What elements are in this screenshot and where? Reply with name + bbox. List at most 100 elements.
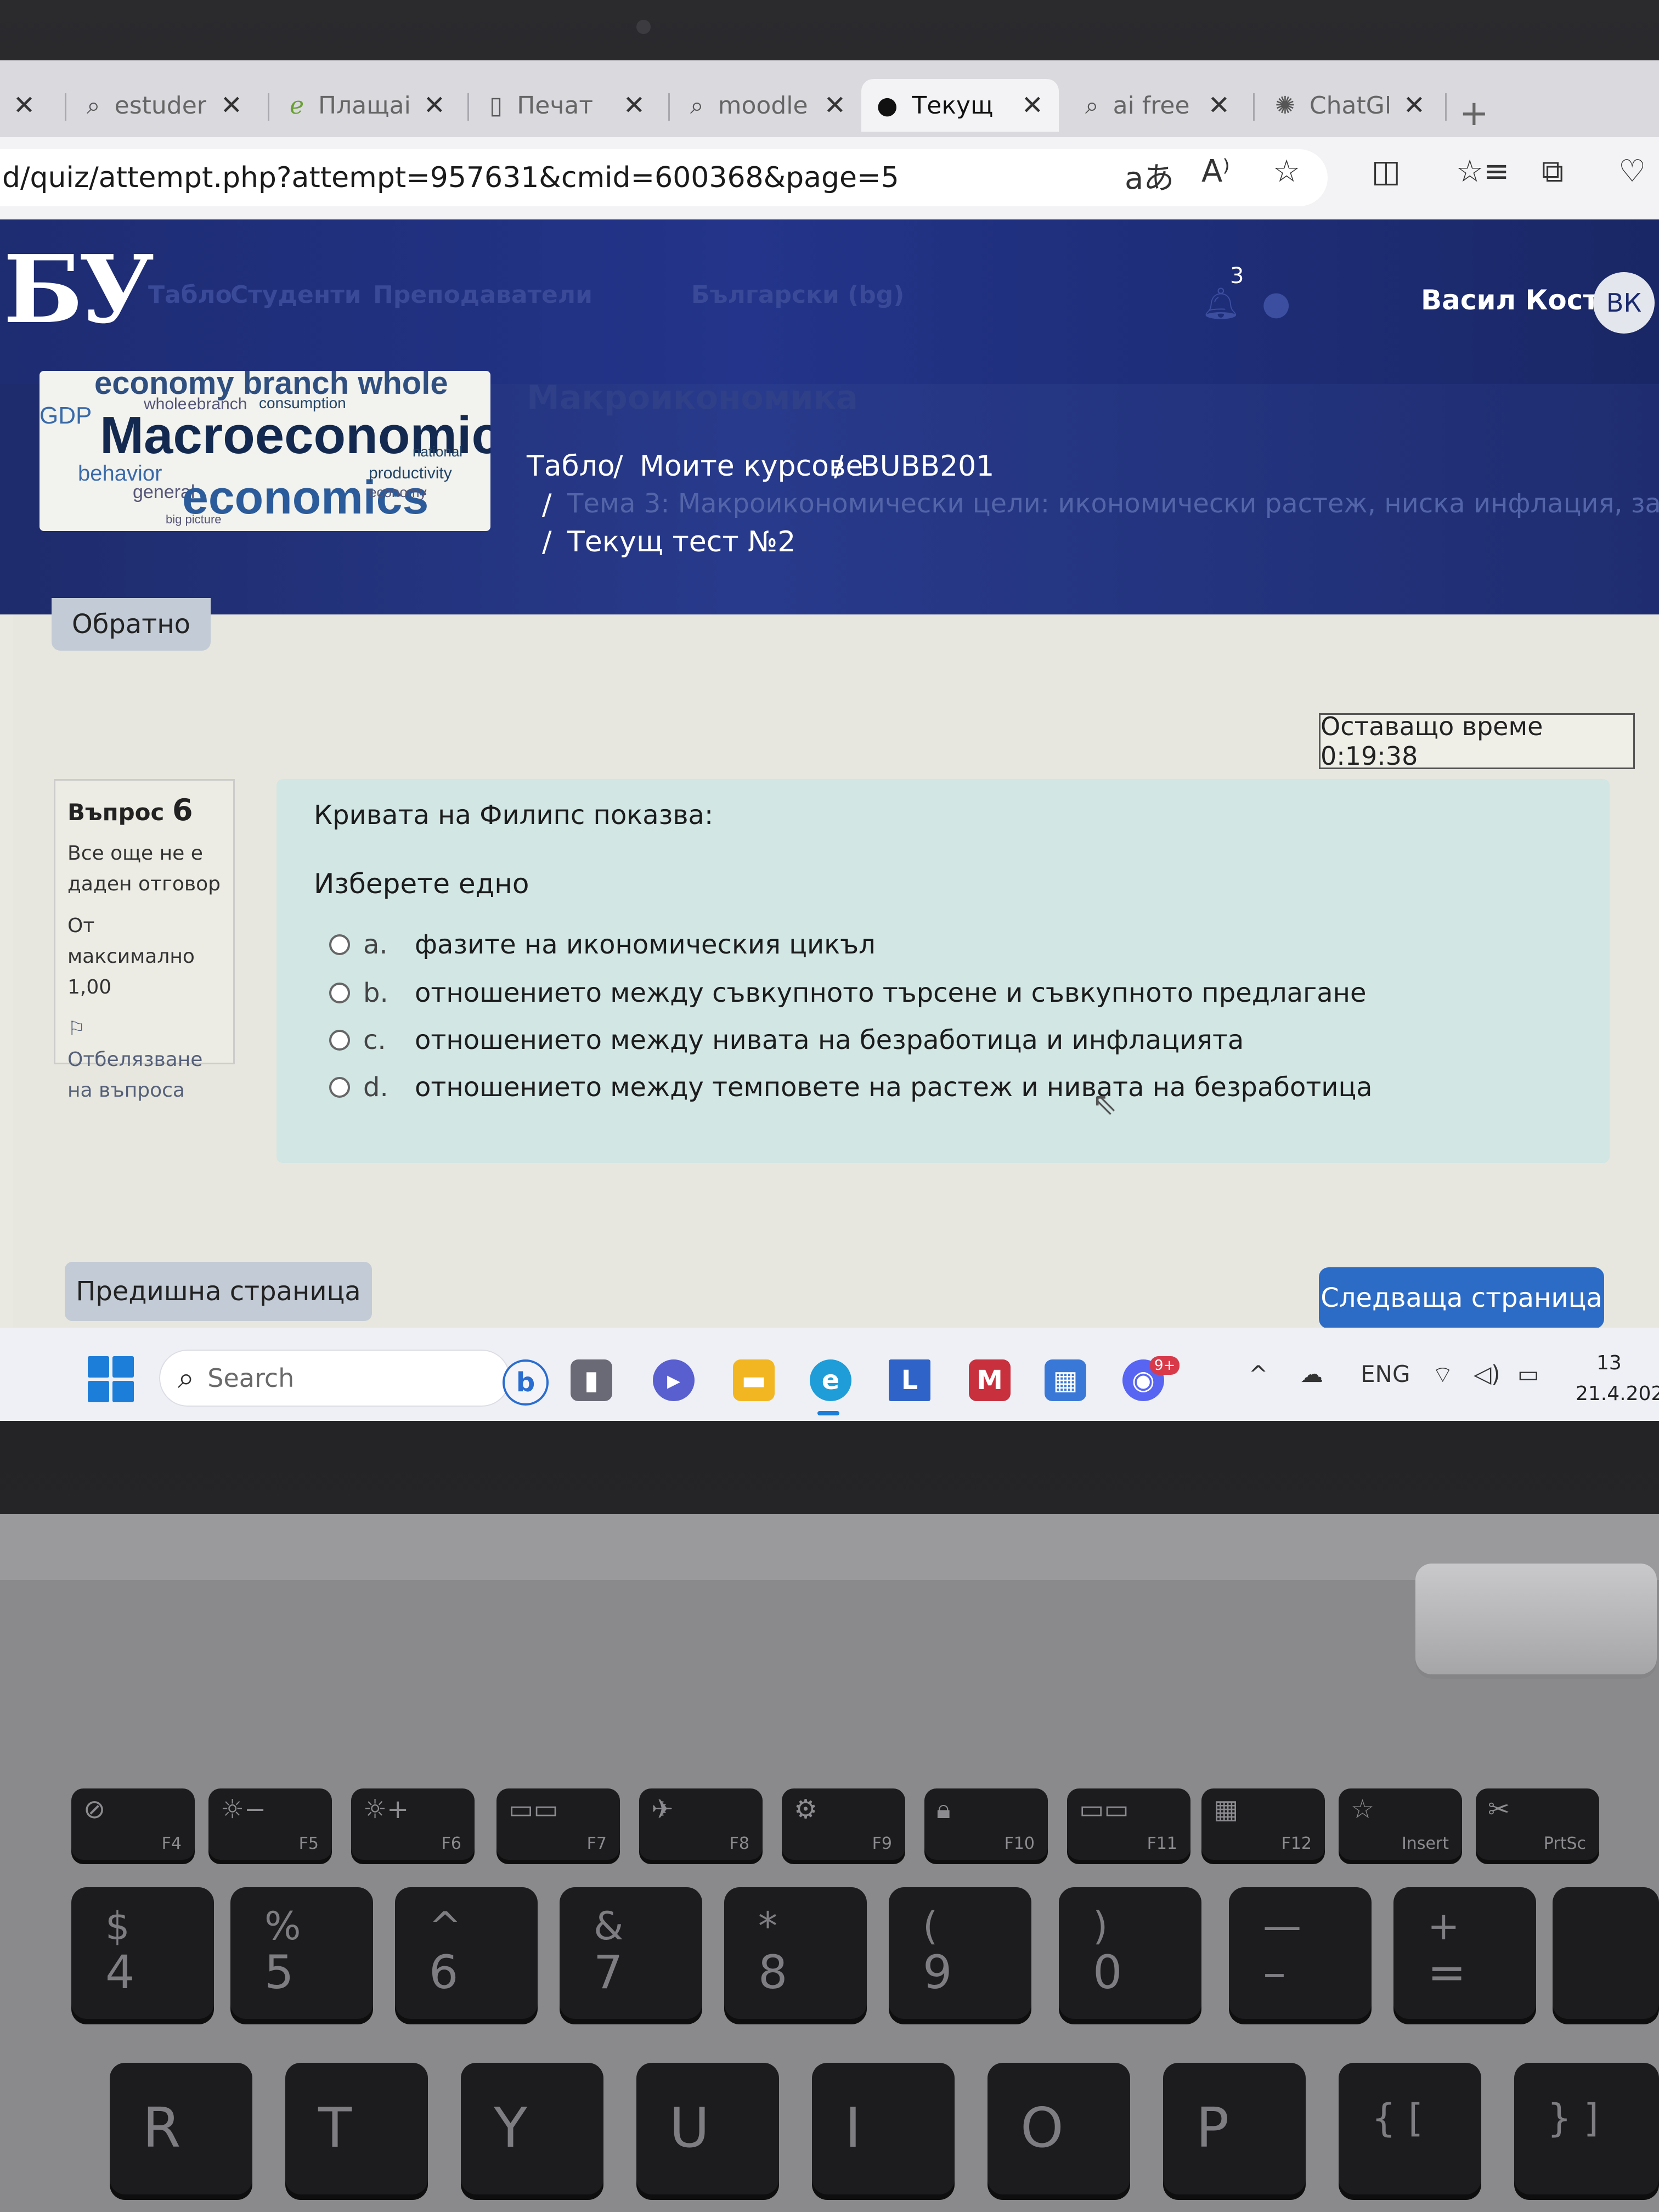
chat-icon[interactable]: ●	[1262, 284, 1290, 323]
key-open-bracket[interactable]: { [	[1339, 2063, 1481, 2194]
key-6[interactable]: ^ 6	[395, 1887, 538, 2019]
file-stack-icon[interactable]: ▮	[571, 1359, 612, 1401]
battery-icon[interactable]: ▭	[1517, 1361, 1539, 1387]
key-7[interactable]: & 7	[560, 1887, 702, 2019]
answer-option-d[interactable]: d. отношението между темповете на растеж…	[329, 1065, 1373, 1109]
bell-icon[interactable]: 🔔︎	[1201, 285, 1240, 321]
browser-tab-1[interactable]: ▪ ✕	[0, 79, 49, 132]
key-f6[interactable]: ☼+ F6	[351, 1788, 475, 1860]
wifi-icon[interactable]: ⌔	[1432, 1361, 1453, 1390]
breadcrumb-topic[interactable]: Тема 3: Макроикономически цели: икономич…	[567, 488, 1659, 519]
favorite-star-icon[interactable]: ☆	[1273, 154, 1300, 189]
breadcrumb-course[interactable]: BUBB201	[860, 450, 994, 483]
close-icon[interactable]: ✕	[1403, 90, 1425, 121]
taskbar-search[interactable]: ⌕ Search	[159, 1350, 510, 1407]
radio-button[interactable]	[329, 1030, 350, 1051]
key-4[interactable]: $4	[71, 1887, 214, 2019]
key-t[interactable]: T	[285, 2063, 428, 2194]
key-backspace[interactable]	[1553, 1887, 1659, 2019]
close-icon[interactable]: ✕	[13, 90, 35, 121]
file-explorer-icon[interactable]: ▬	[733, 1359, 775, 1401]
key-i[interactable]: I	[812, 2063, 955, 2194]
store-icon[interactable]: ▦	[1045, 1359, 1086, 1401]
volume-icon[interactable]: ◁)	[1474, 1361, 1500, 1387]
radio-button[interactable]	[329, 1077, 350, 1098]
browser-tab-8[interactable]: ✺ ChatGP ✕	[1260, 79, 1441, 132]
key-5[interactable]: % 5	[230, 1887, 373, 2019]
key-f4[interactable]: ⊘ F4	[71, 1788, 195, 1860]
key-p[interactable]: P	[1163, 2063, 1306, 2194]
browser-tab-4[interactable]: ▯ Печат ✕	[474, 79, 661, 132]
browser-tab-active[interactable]: ● Текущ ✕	[861, 79, 1059, 132]
translate-icon[interactable]: aあ	[1125, 154, 1174, 198]
nav-teachers[interactable]: Преподаватели	[373, 281, 592, 309]
key-f7[interactable]: ▭▭ F7	[496, 1788, 620, 1860]
key-9[interactable]: (9	[889, 1887, 1031, 2019]
next-page-button[interactable]: Следваща страница	[1319, 1267, 1604, 1329]
key-0[interactable]: ) 0	[1059, 1887, 1201, 2019]
clock-time[interactable]: 13	[1596, 1352, 1622, 1374]
close-icon[interactable]: ✕	[1208, 90, 1230, 121]
key-r[interactable]: R	[110, 2063, 252, 2194]
answer-option-c[interactable]: c. отношението между нивата на безработи…	[329, 1018, 1244, 1062]
key-o[interactable]: O	[988, 2063, 1130, 2194]
onedrive-icon[interactable]: ☁	[1300, 1361, 1323, 1387]
breadcrumb-dashboard[interactable]: Табло	[527, 450, 615, 483]
language-indicator[interactable]: ENG	[1361, 1361, 1410, 1387]
close-icon[interactable]: ✕	[221, 90, 242, 121]
flag-question-link[interactable]: ⚐ Отбелязване на въпроса	[67, 1014, 221, 1106]
close-icon[interactable]: ✕	[424, 90, 445, 121]
split-screen-icon[interactable]: ◫	[1372, 154, 1401, 189]
windows-start-icon[interactable]	[88, 1356, 134, 1402]
key-u[interactable]: U	[636, 2063, 779, 2194]
video-call-icon[interactable]: ▸	[653, 1359, 695, 1401]
site-logo[interactable]: БУ	[3, 235, 154, 345]
key-y[interactable]: Y	[461, 2063, 603, 2194]
chevron-up-icon[interactable]: ^	[1249, 1361, 1268, 1387]
previous-page-button[interactable]: Предишна страница	[65, 1262, 372, 1321]
answer-option-b[interactable]: b. отношението между съвкупното търсене …	[329, 971, 1367, 1015]
key-f9[interactable]: ⚙ F9	[782, 1788, 905, 1860]
browser-tab-7[interactable]: ⌕ ai free ✕	[1070, 79, 1245, 132]
read-aloud-icon[interactable]: A⁾	[1201, 154, 1230, 189]
key-f12[interactable]: ▦ F12	[1201, 1788, 1325, 1860]
option-text[interactable]: отношението между съвкупното търсене и с…	[409, 978, 1367, 1008]
bing-chat-icon[interactable]: b	[503, 1359, 549, 1406]
radio-button[interactable]	[329, 983, 350, 1003]
option-text[interactable]: фазите на икономическия цикъл	[409, 929, 876, 960]
key-f8[interactable]: ✈ F8	[639, 1788, 763, 1860]
key-f10[interactable]: 🔒︎ F10	[924, 1788, 1048, 1860]
nav-language[interactable]: Български (bg)	[691, 281, 904, 309]
edge-icon[interactable]: e	[810, 1359, 851, 1401]
key-close-bracket[interactable]: } ]	[1514, 2063, 1659, 2194]
key-insert[interactable]: ☆ Insert	[1339, 1788, 1462, 1860]
collections-icon[interactable]: ⧉	[1542, 154, 1564, 190]
clock-date[interactable]: 21.4.2024	[1576, 1383, 1659, 1405]
key-f5[interactable]: ☼− F5	[208, 1788, 332, 1860]
browser-tab-3[interactable]: ℯ Плащаі ✕	[274, 79, 461, 132]
key-8[interactable]: * 8	[724, 1887, 867, 2019]
new-tab-button[interactable]: +	[1459, 93, 1489, 134]
close-icon[interactable]: ✕	[1022, 90, 1043, 121]
favorites-icon[interactable]: ☆≡	[1456, 154, 1509, 189]
option-text[interactable]: отношението между нивата на безработица …	[409, 1025, 1244, 1056]
browser-essentials-icon[interactable]: ♡	[1618, 154, 1646, 189]
close-icon[interactable]: ✕	[824, 90, 846, 121]
key-f11[interactable]: ▭▭ F11	[1067, 1788, 1190, 1860]
key-minus[interactable]: — –	[1229, 1887, 1372, 2019]
answer-option-a[interactable]: a. фазите на икономическия цикъл	[329, 923, 876, 967]
avatar[interactable]: ВК	[1593, 272, 1655, 334]
close-icon[interactable]: ✕	[623, 90, 645, 121]
radio-button[interactable]	[329, 934, 350, 955]
key-equals[interactable]: + =	[1393, 1887, 1536, 2019]
l-app-icon[interactable]: L	[889, 1359, 930, 1401]
nav-dashboard[interactable]: Табло	[148, 281, 232, 309]
nav-students[interactable]: Студенти	[230, 281, 362, 309]
option-text[interactable]: отношението между темповете на растеж и …	[409, 1072, 1373, 1103]
browser-tab-5[interactable]: ⌕ moodle ✕	[675, 79, 861, 132]
breadcrumb-my-courses[interactable]: Моите курсове	[640, 450, 864, 483]
mcafee-icon[interactable]: M	[969, 1359, 1011, 1401]
browser-tab-2[interactable]: ⌕ estuder ✕	[71, 79, 258, 132]
key-prtsc[interactable]: ✂ PrtSc	[1476, 1788, 1599, 1860]
back-button[interactable]: Обратно	[52, 598, 211, 651]
